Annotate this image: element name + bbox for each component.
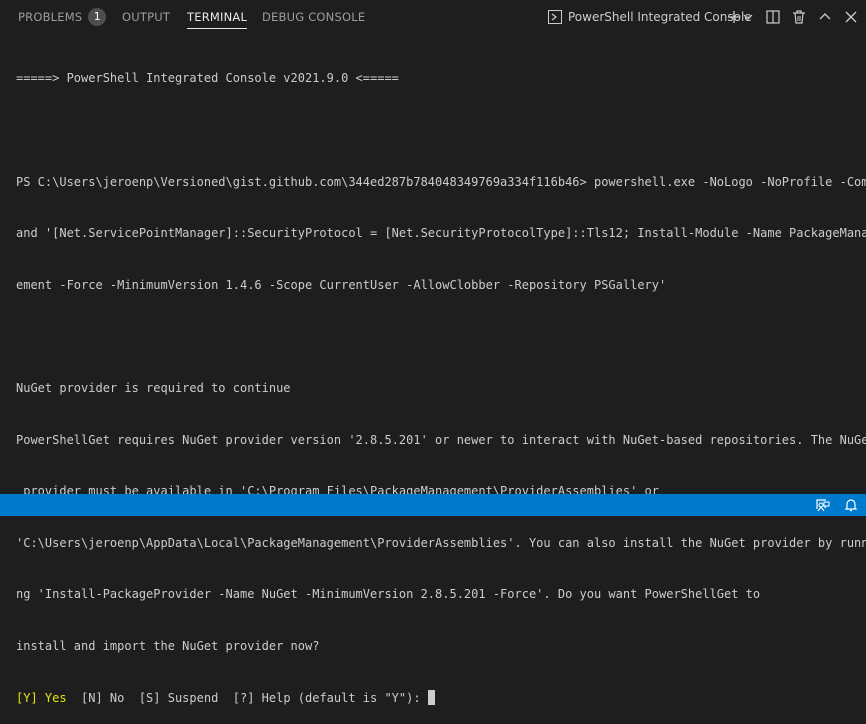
terminal-selector[interactable]: PowerShell Integrated Console <box>548 8 752 26</box>
feedback-icon[interactable] <box>814 496 832 514</box>
terminal-icon <box>548 9 562 24</box>
terminal-prompt-line: [Y] Yes [N] No [S] Suspend [?] Help (def… <box>16 689 856 707</box>
terminal-line: ng 'Install-PackageProvider -Name NuGet … <box>16 587 761 602</box>
tab-problems-label: PROBLEMS <box>18 10 83 24</box>
tab-output-label: OUTPUT <box>122 10 171 24</box>
tab-problems[interactable]: PROBLEMS 1 <box>18 0 107 34</box>
tab-terminal[interactable]: TERMINAL <box>187 0 248 34</box>
terminal-line: =====> PowerShell Integrated Console v20… <box>16 71 399 86</box>
problems-count-badge: 1 <box>88 7 107 26</box>
tab-output[interactable]: OUTPUT <box>122 0 170 34</box>
tab-terminal-label: TERMINAL <box>187 10 248 24</box>
terminal-output[interactable]: =====> PowerShell Integrated Console v20… <box>16 36 866 724</box>
terminal-line: install and import the NuGet provider no… <box>16 638 320 653</box>
terminal-cursor <box>427 689 435 705</box>
terminal-line: PowerShellGet requires NuGet provider ve… <box>16 432 866 447</box>
terminal-line: and '[Net.ServicePointManager]::Security… <box>16 226 866 241</box>
split-terminal-icon[interactable] <box>764 8 782 26</box>
terminal-line: ement -Force -MinimumVersion 1.4.6 -Scop… <box>16 277 667 292</box>
prompt-default-option: [Y] Yes <box>16 690 67 705</box>
terminal-line: 'C:\Users\jeroenp\AppData\Local\PackageM… <box>16 535 866 550</box>
terminal-line: NuGet provider is required to continue <box>16 380 291 395</box>
tab-debug-console-label: DEBUG CONSOLE <box>262 10 366 24</box>
maximize-panel-icon[interactable] <box>816 8 834 26</box>
bell-icon[interactable] <box>842 496 860 514</box>
trash-icon[interactable] <box>790 8 808 26</box>
status-bar <box>0 494 866 516</box>
tab-debug-console[interactable]: DEBUG CONSOLE <box>262 0 365 34</box>
prompt-other-options: [N] No [S] Suspend [?] Help (default is … <box>66 690 428 705</box>
panel-header: PROBLEMS 1 OUTPUT TERMINAL DEBUG CONSOLE … <box>0 0 866 34</box>
close-icon[interactable] <box>842 8 860 26</box>
terminal-line: PS C:\Users\jeroenp\Versioned\gist.githu… <box>16 174 866 189</box>
chevron-down-icon[interactable] <box>741 8 759 26</box>
